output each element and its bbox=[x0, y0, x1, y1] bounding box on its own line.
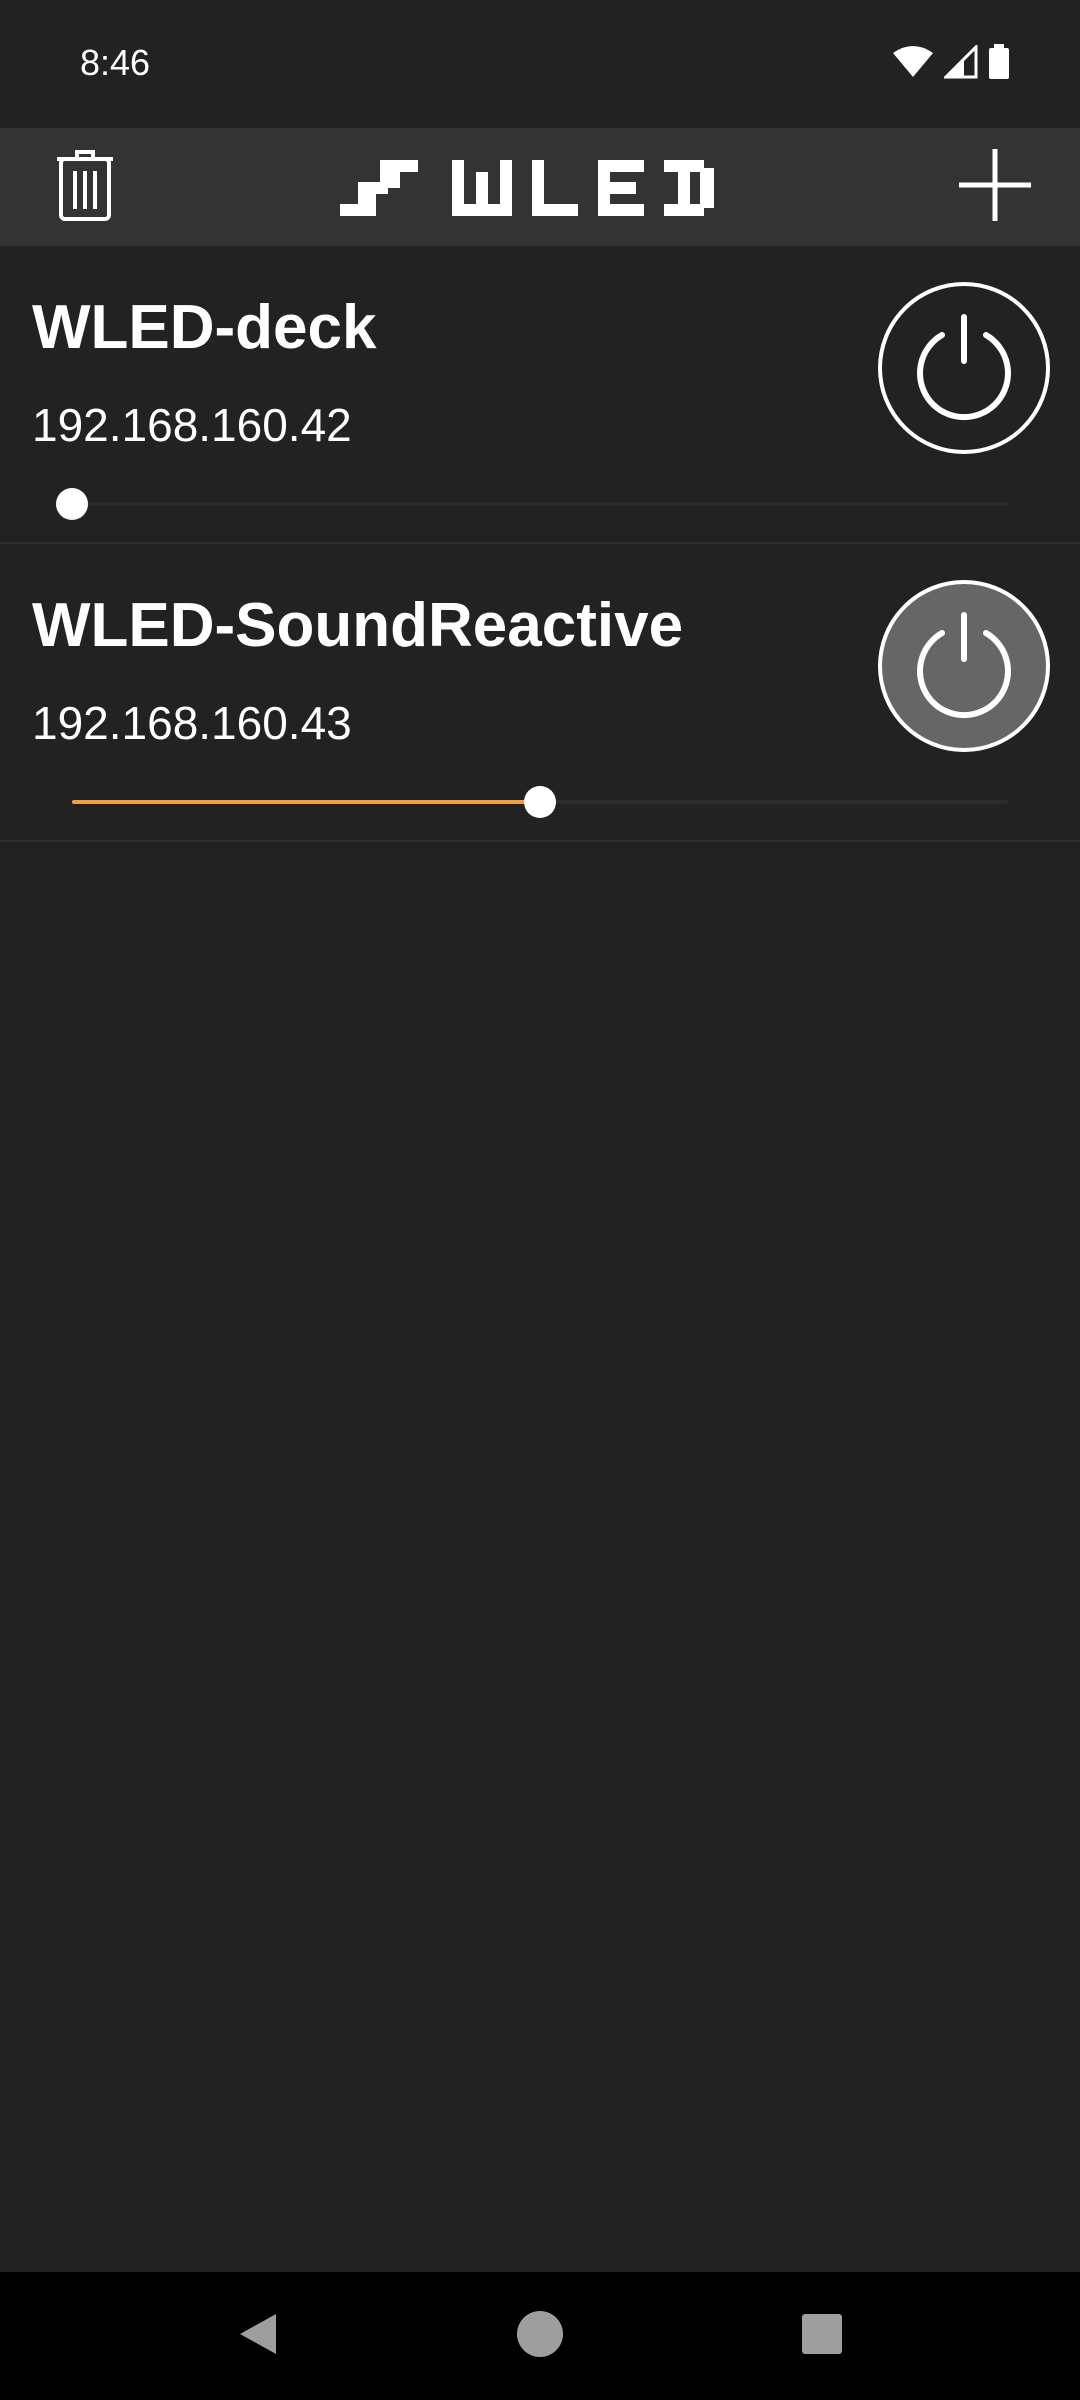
home-icon bbox=[515, 2309, 565, 2364]
plus-icon bbox=[959, 148, 1031, 226]
back-icon bbox=[236, 2312, 280, 2361]
trash-icon bbox=[55, 149, 115, 226]
status-time: 8:46 bbox=[80, 42, 151, 83]
device-item[interactable]: WLED-deck 192.168.160.42 bbox=[0, 246, 1080, 544]
home-button[interactable] bbox=[500, 2296, 580, 2376]
device-name: WLED-deck bbox=[32, 293, 377, 362]
status-bar: 8:46 bbox=[0, 0, 1080, 128]
slider-thumb[interactable] bbox=[56, 488, 88, 520]
navigation-bar bbox=[0, 2272, 1080, 2400]
delete-button[interactable] bbox=[26, 128, 144, 246]
power-icon bbox=[909, 609, 1019, 724]
power-button[interactable] bbox=[878, 282, 1050, 454]
brightness-slider[interactable] bbox=[72, 782, 1008, 822]
battery-icon bbox=[988, 43, 1010, 85]
device-name: WLED-SoundReactive bbox=[32, 591, 684, 660]
device-item[interactable]: WLED-SoundReactive 192.168.160.43 bbox=[0, 544, 1080, 842]
power-button[interactable] bbox=[878, 580, 1050, 752]
cell-signal-icon bbox=[942, 42, 978, 84]
device-ip: 192.168.160.43 bbox=[32, 697, 352, 749]
wifi-icon bbox=[892, 45, 934, 84]
back-button[interactable] bbox=[218, 2296, 298, 2376]
slider-track bbox=[72, 502, 1008, 506]
brightness-slider[interactable] bbox=[56, 484, 1008, 524]
add-device-button[interactable] bbox=[936, 128, 1054, 246]
power-icon bbox=[909, 311, 1019, 426]
status-icons bbox=[892, 42, 1010, 85]
device-list: WLED-deck 192.168.160.42 WLED-SoundReact… bbox=[0, 246, 1080, 842]
slider-fill bbox=[72, 800, 540, 804]
slider-thumb[interactable] bbox=[524, 786, 556, 818]
app-logo bbox=[340, 148, 740, 228]
recents-icon bbox=[801, 2313, 843, 2360]
recents-button[interactable] bbox=[782, 2296, 862, 2376]
device-ip: 192.168.160.42 bbox=[32, 399, 352, 451]
app-bar bbox=[0, 128, 1080, 246]
